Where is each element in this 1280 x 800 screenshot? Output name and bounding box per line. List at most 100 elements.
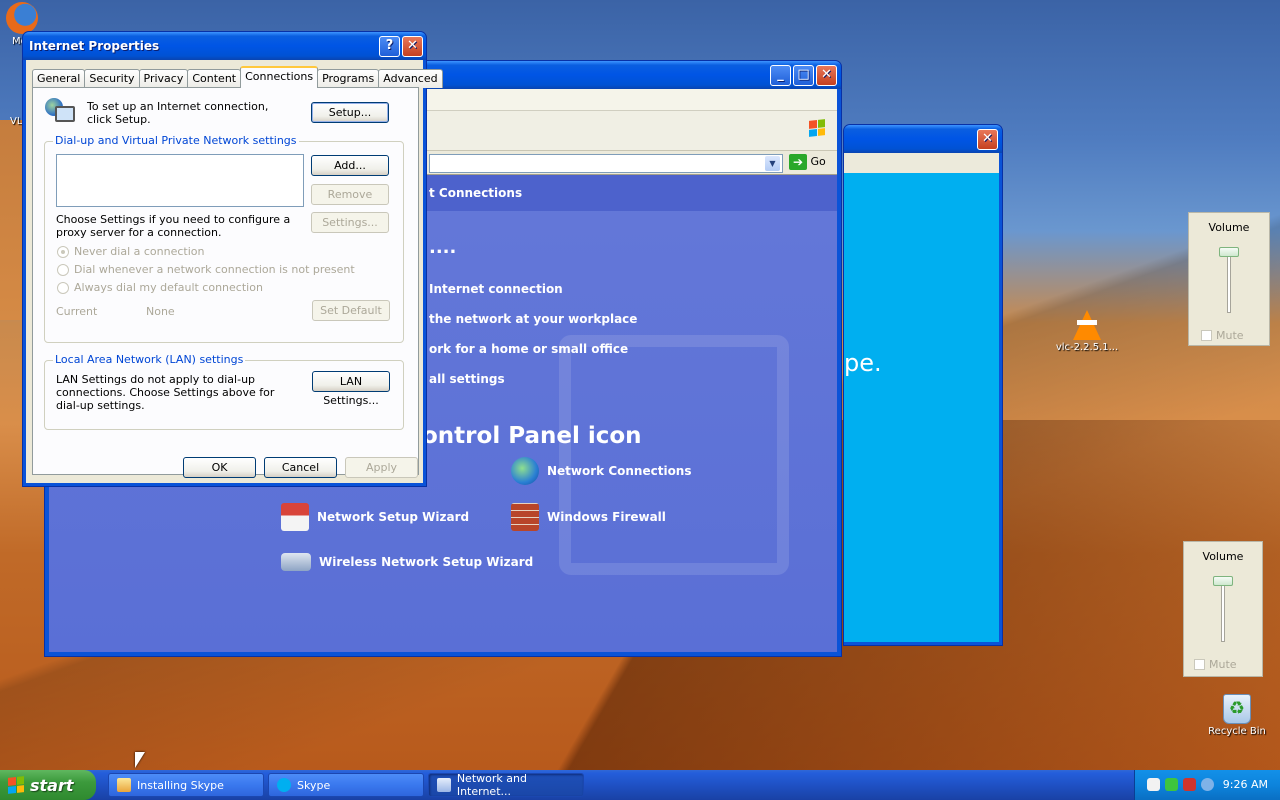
close-icon[interactable]: ✕ [402, 36, 423, 57]
tab-privacy[interactable]: Privacy [138, 69, 189, 88]
close-icon[interactable]: ✕ [977, 129, 998, 150]
network-setup-wizard-label: Network Setup Wizard [317, 510, 470, 524]
setup-button[interactable]: Setup... [311, 102, 389, 123]
windows-flag-icon [809, 119, 827, 137]
wireless-setup-wizard-link[interactable]: Wireless Network Setup Wizard [281, 553, 533, 571]
vlc-icon-label: vlc-2.2.5.1... [1055, 342, 1119, 353]
house-icon [281, 503, 309, 531]
lan-settings-button[interactable]: LAN Settings... [312, 371, 390, 407]
skype-window: ✕ pe. [843, 124, 1003, 646]
tab-security[interactable]: Security [84, 69, 140, 88]
close-icon[interactable]: ✕ [816, 65, 837, 86]
vlc-side-label: VL [10, 116, 23, 127]
cp-task-link-1[interactable]: Internet connection [429, 282, 563, 296]
radio-dot [57, 281, 69, 294]
cp-watermark [559, 335, 789, 575]
go-arrow-icon: ➔ [789, 154, 807, 170]
taskbar-item-skype[interactable]: Skype [268, 773, 424, 797]
radio-never-dial[interactable]: Never dial a connection [57, 245, 204, 258]
address-field[interactable]: ▼ [429, 154, 783, 173]
volume-title: Volume [1208, 221, 1250, 234]
chevron-down-icon[interactable]: ▼ [765, 156, 780, 171]
volume-slider-thumb[interactable] [1213, 576, 1233, 586]
mute-checkbox[interactable]: Mute [1201, 329, 1244, 342]
network-connections-icon [511, 457, 539, 485]
radio-dot [57, 263, 69, 276]
setup-text: To set up an Internet connection, click … [87, 100, 269, 126]
skype-icon [277, 778, 291, 792]
folder-icon [437, 778, 451, 792]
checkbox-box [1201, 330, 1212, 341]
maximize-icon[interactable]: □ [793, 65, 814, 86]
taskbar-item-label: Installing Skype [137, 778, 224, 792]
recycle-bin-label: Recycle Bin [1208, 726, 1266, 737]
skype-menubar [844, 153, 999, 173]
help-icon[interactable]: ? [379, 36, 400, 57]
network-connections-label: Network Connections [547, 464, 692, 478]
taskbar: start Installing Skype Skype Network and… [0, 770, 1280, 800]
settings-button[interactable]: Settings... [311, 212, 389, 233]
windows-firewall-link[interactable]: Windows Firewall [511, 503, 666, 531]
recycle-bin-icon: ♻ [1223, 694, 1251, 724]
radio-dial-whenever-label: Dial whenever a network connection is no… [74, 263, 355, 276]
ok-button[interactable]: OK [183, 457, 256, 478]
remove-button[interactable]: Remove [311, 184, 389, 205]
tray-volume-icon[interactable] [1201, 778, 1214, 791]
radio-always-dial[interactable]: Always dial my default connection [57, 281, 263, 294]
radio-dial-whenever[interactable]: Dial whenever a network connection is no… [57, 263, 355, 276]
cp-task-link-4[interactable]: all settings [429, 372, 505, 386]
network-connections-link[interactable]: Network Connections [511, 457, 692, 485]
dialup-group-title: Dial-up and Virtual Private Network sett… [53, 134, 299, 147]
mute-checkbox[interactable]: Mute [1194, 658, 1237, 671]
mouse-cursor-icon [135, 752, 145, 768]
mute-label: Mute [1216, 329, 1244, 342]
tab-general[interactable]: General [32, 69, 86, 88]
tray-security-icon[interactable] [1183, 778, 1196, 791]
cp-section-title: ontrol Panel icon [422, 423, 642, 449]
connections-listbox[interactable] [56, 154, 304, 207]
taskbar-item-label: Skype [297, 778, 331, 792]
tab-connections[interactable]: Connections [240, 66, 319, 88]
tab-strip: General Security Privacy Content Connect… [32, 66, 443, 88]
cp-task-link-3[interactable]: ork for a home or small office [429, 342, 628, 356]
tab-content[interactable]: Content [187, 69, 242, 88]
firewall-icon [511, 503, 539, 531]
lan-group-title: Local Area Network (LAN) settings [53, 353, 246, 366]
cancel-button[interactable]: Cancel [264, 457, 337, 478]
tray-shield-icon[interactable] [1165, 778, 1178, 791]
tray-network-icon[interactable] [1147, 778, 1160, 791]
minimize-icon[interactable]: _ [770, 65, 791, 86]
lan-text: LAN Settings do not apply to dial-up con… [56, 373, 275, 412]
internet-connection-icon [45, 98, 77, 128]
go-label: Go [810, 155, 826, 168]
taskbar-item-network[interactable]: Network and Internet... [428, 772, 584, 798]
recycle-bin-desktop-icon[interactable]: ♻ Recycle Bin [1206, 694, 1268, 737]
network-setup-wizard-link[interactable]: Network Setup Wizard [281, 503, 469, 531]
system-tray: 9:26 AM [1134, 770, 1280, 800]
tray-clock[interactable]: 9:26 AM [1223, 778, 1268, 791]
start-button[interactable]: start [0, 770, 96, 800]
cp-task-link-2[interactable]: the network at your workplace [429, 312, 637, 326]
taskbar-item-installing-skype[interactable]: Installing Skype [108, 773, 264, 797]
skype-titlebar[interactable]: ✕ [844, 125, 1002, 153]
windows-firewall-label: Windows Firewall [547, 510, 666, 524]
desktop: Moz VL vlc-2.2.5.1... ♻ Recycle Bin ✕ pe… [0, 0, 1280, 770]
volume-slider-thumb[interactable] [1219, 247, 1239, 257]
windows-logo-icon [8, 776, 24, 794]
add-button[interactable]: Add... [311, 155, 389, 176]
vlc-desktop-icon[interactable]: vlc-2.2.5.1... [1052, 310, 1122, 353]
go-button[interactable]: ➔ Go [789, 154, 826, 170]
tab-advanced[interactable]: Advanced [378, 69, 443, 88]
volume-track [1221, 578, 1225, 642]
radio-always-dial-label: Always dial my default connection [74, 281, 263, 294]
skype-content: pe. [844, 153, 999, 642]
set-default-button[interactable]: Set Default [312, 300, 390, 321]
installer-icon [117, 778, 131, 792]
dialog-title: Internet Properties [29, 39, 160, 53]
wireless-setup-wizard-label: Wireless Network Setup Wizard [319, 555, 534, 569]
mute-label: Mute [1209, 658, 1237, 671]
ip-titlebar[interactable]: Internet Properties ? ✕ [23, 32, 426, 60]
volume-title: Volume [1202, 550, 1244, 563]
tab-programs[interactable]: Programs [317, 69, 380, 88]
apply-button[interactable]: Apply [345, 457, 418, 478]
